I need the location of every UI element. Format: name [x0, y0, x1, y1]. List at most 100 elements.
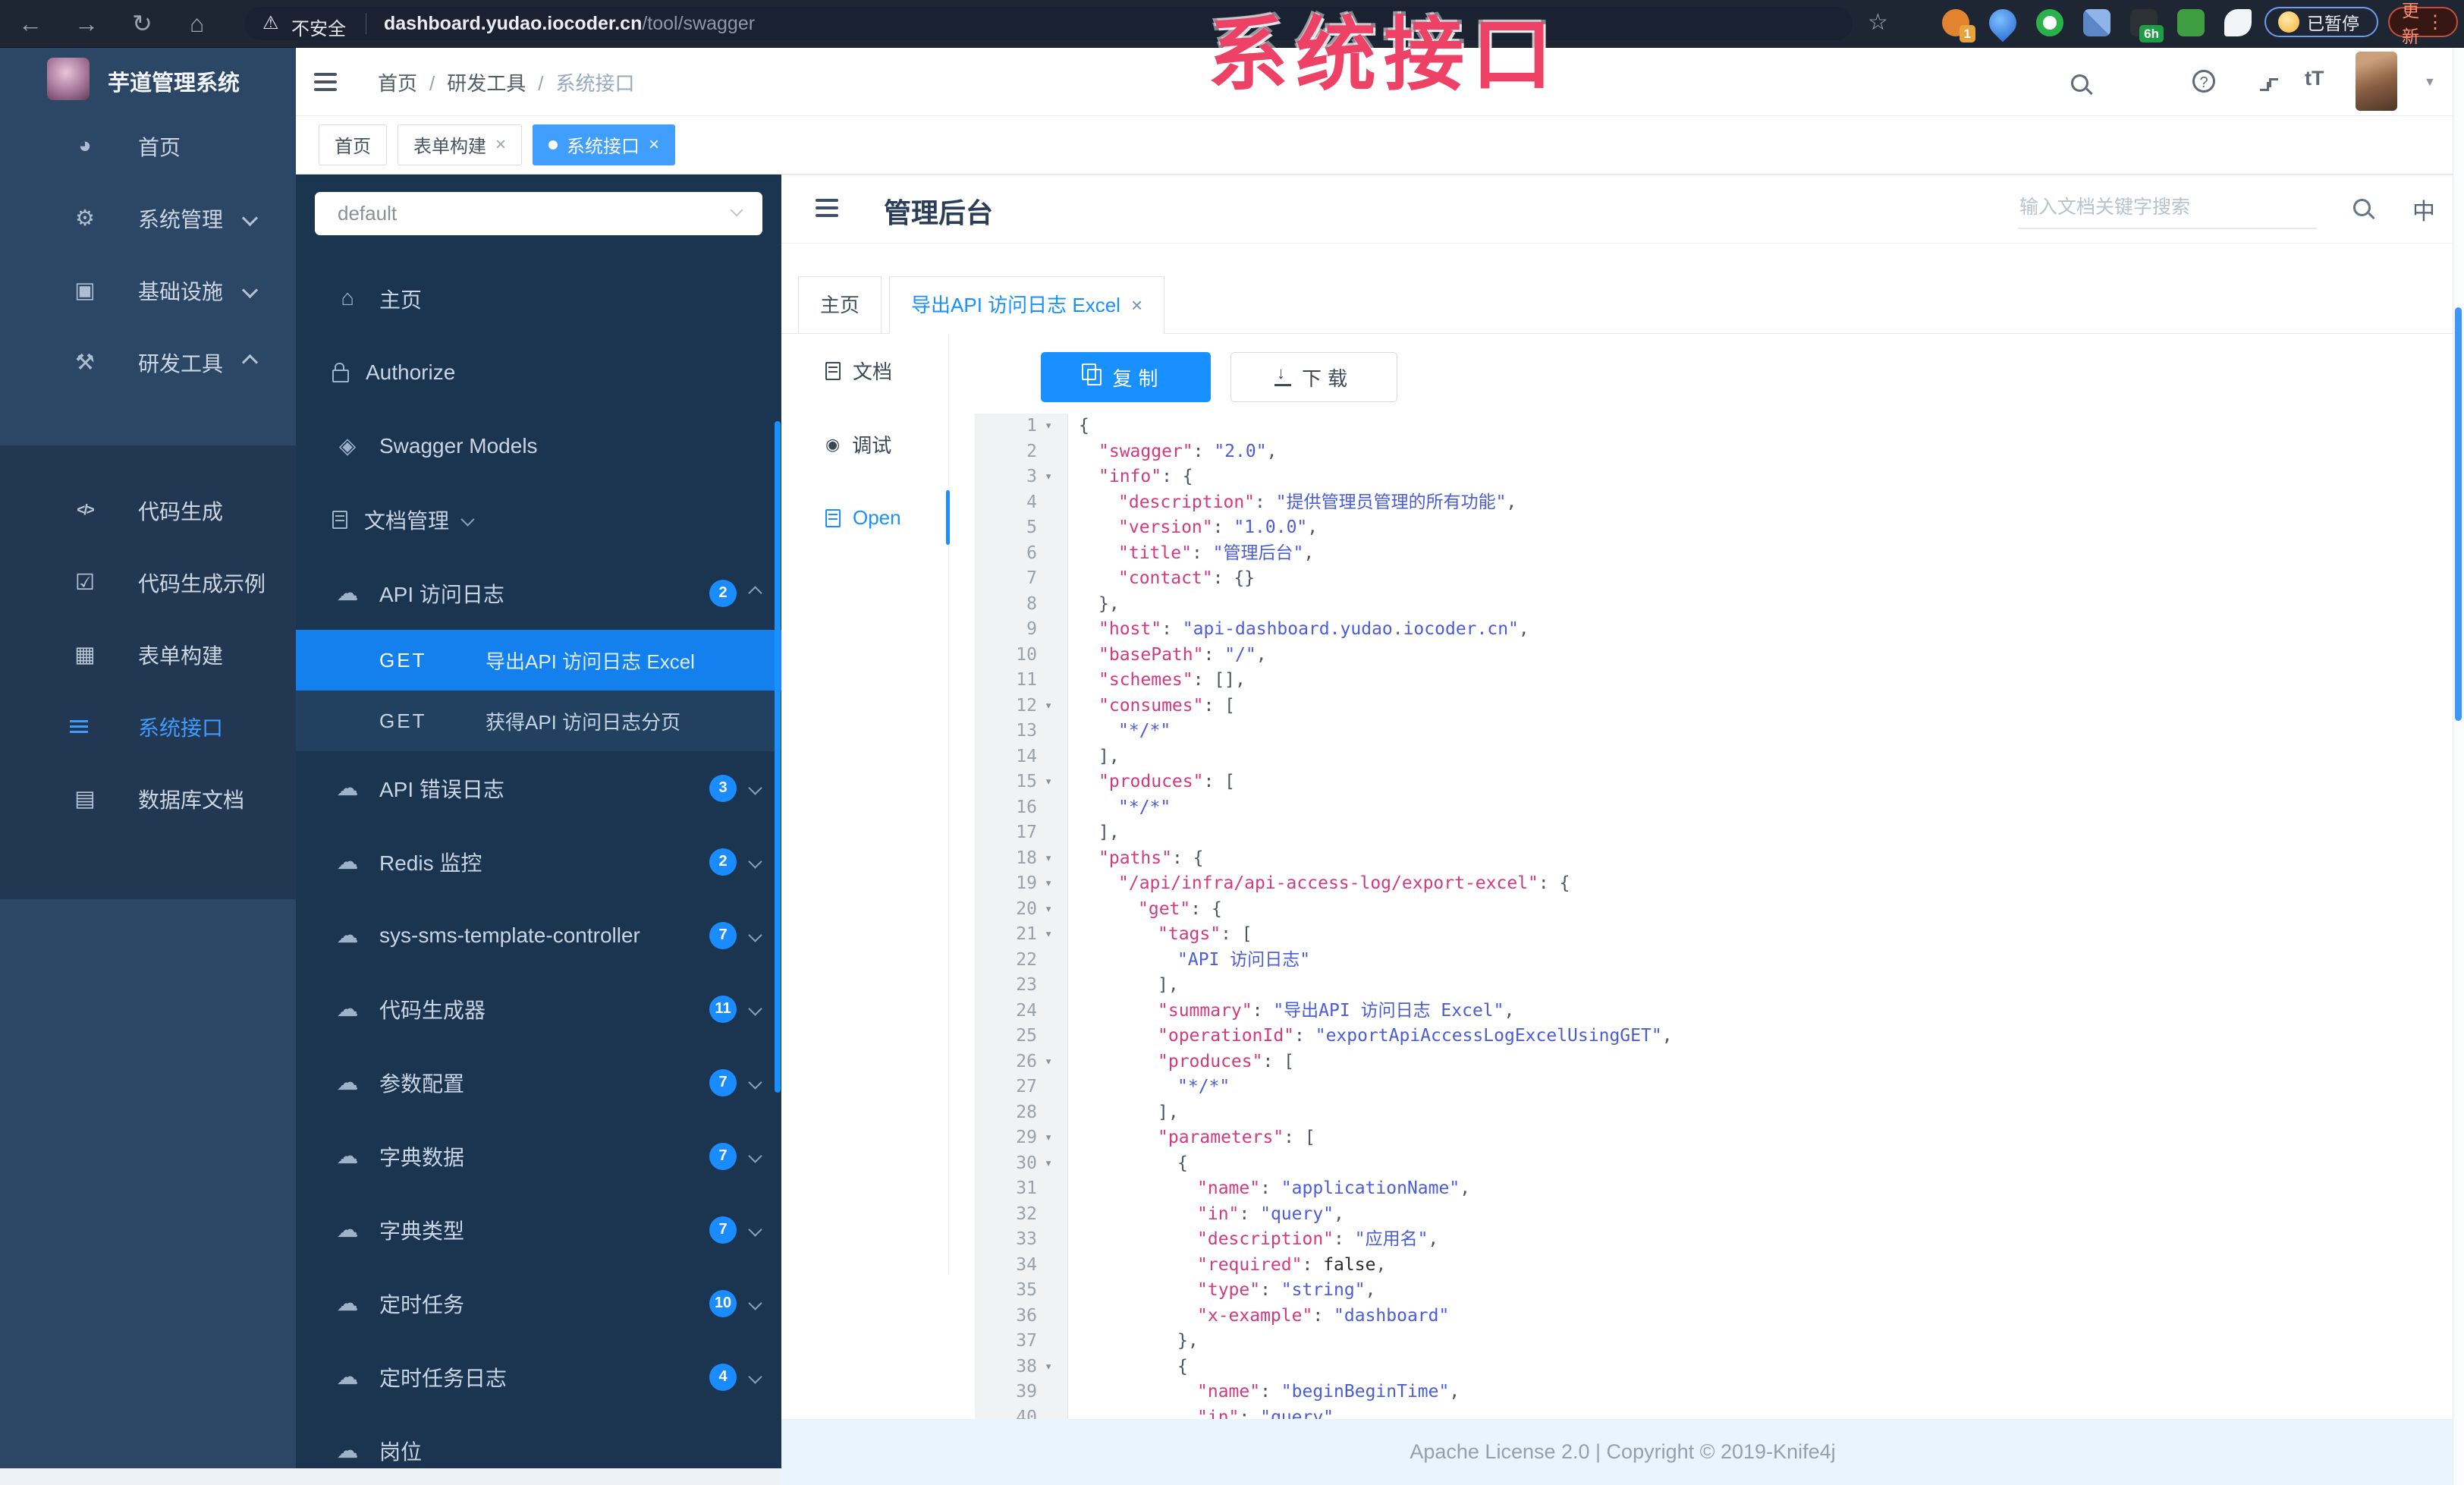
code-editor[interactable]: 1 ▾{2 "swagger": "2.0", 3 ▾ "info": {4 "descri…	[975, 414, 2453, 1419]
api-group[interactable]: 定时任务日志 4	[296, 1340, 781, 1414]
side-tab[interactable]: 文档	[781, 334, 948, 407]
sidebar-subitem[interactable]: 代码生成示例	[0, 546, 296, 618]
fold-icon[interactable]: ▾	[1045, 845, 1068, 871]
search-icon[interactable]	[2071, 74, 2088, 92]
box-dark-icon[interactable]: 6h	[2130, 9, 2164, 42]
fold-icon[interactable]: ▾	[1045, 1049, 1068, 1074]
home-icon[interactable]: ⌂	[190, 9, 204, 38]
warning-icon: ⚠	[262, 13, 279, 33]
page-scrollbar-track[interactable]	[2453, 47, 2464, 1485]
api-group[interactable]: Redis 监控 2	[296, 825, 781, 898]
panel-scrollbar[interactable]	[775, 421, 781, 1093]
close-icon[interactable]: ×	[495, 134, 506, 156]
code-line: 11 "schemes": [],	[975, 668, 2453, 694]
api-group[interactable]: 岗位	[296, 1414, 781, 1468]
help-icon[interactable]: ?	[2192, 70, 2215, 93]
pin-blue-icon[interactable]	[1983, 3, 2022, 42]
side-tab[interactable]: 调试	[781, 407, 948, 481]
doc-tab[interactable]: 主页	[798, 276, 882, 333]
fold-icon[interactable]: ▾	[1045, 871, 1068, 897]
api-group[interactable]: 代码生成器 11	[296, 972, 781, 1046]
bookmark-star-icon[interactable]: ☆	[1868, 9, 1888, 36]
api-group[interactable]: 文档管理	[296, 483, 781, 556]
token: ,	[1449, 1382, 1460, 1402]
api-endpoint[interactable]: GET 导出API 访问日志 Excel	[296, 630, 781, 691]
api-group-label: 字典类型	[379, 1219, 465, 1243]
api-group[interactable]: Authorize	[296, 335, 781, 409]
menu-dots-icon: ⋮	[2426, 11, 2444, 33]
line-number: 12	[975, 693, 1045, 719]
fold-icon[interactable]: ▾	[1045, 896, 1068, 922]
token: ,	[1365, 1280, 1376, 1300]
api-group[interactable]: API 访问日志 2	[296, 556, 781, 630]
font-size-icon[interactable]: tT	[2305, 67, 2324, 90]
api-group[interactable]: Swagger Models	[296, 409, 781, 483]
sidebar-item[interactable]: 系统管理	[0, 182, 296, 254]
language-toggle[interactable]: 中	[2412, 193, 2435, 226]
search-icon[interactable]	[2353, 199, 2371, 216]
update-button[interactable]: 更新 ⋮	[2388, 1, 2458, 46]
api-group[interactable]: 字典数据 7	[296, 1119, 781, 1193]
logo[interactable]: 芋道管理系统	[0, 47, 296, 109]
api-group[interactable]: 定时任务 10	[296, 1266, 781, 1340]
fold-icon[interactable]: ▾	[1045, 464, 1068, 490]
breadcrumb-item[interactable]: 首页	[378, 72, 417, 95]
close-icon[interactable]: ×	[1131, 277, 1142, 333]
side-tab[interactable]: Open	[781, 481, 950, 555]
puzzle-orange-icon[interactable]: 1	[1942, 9, 1975, 42]
flower-white-icon[interactable]	[2224, 9, 2252, 36]
hamburger-menu-icon[interactable]	[314, 73, 337, 91]
download-button[interactable]: 下载	[1230, 352, 1397, 402]
line-number: 21	[975, 922, 1045, 948]
sidebar-subitem[interactable]: 数据库文档	[0, 763, 296, 835]
fold-icon[interactable]: ▾	[1045, 414, 1068, 439]
close-icon[interactable]: ×	[649, 134, 659, 156]
fold-icon	[1045, 744, 1068, 769]
user-avatar[interactable]	[2356, 52, 2397, 111]
sidebar-item[interactable]: 基础设施	[0, 254, 296, 326]
paused-badge[interactable]: 已暂停	[2264, 7, 2378, 37]
extension-badge: 1	[1959, 25, 1975, 42]
forward-icon[interactable]: →	[74, 9, 99, 38]
reload-icon[interactable]: ↻	[132, 9, 152, 38]
doc-tab[interactable]: 导出API 访问日志 Excel ×	[889, 276, 1165, 334]
sidebar-item[interactable]: 首页	[0, 110, 296, 182]
code-line: 33 "description": "应用名",	[975, 1227, 2453, 1253]
api-group[interactable]: API 错误日志 3	[296, 751, 781, 825]
api-group[interactable]: 参数配置 7	[296, 1046, 781, 1119]
fold-icon[interactable]: ▾	[1045, 1354, 1068, 1380]
sidebar-subitem[interactable]: 系统接口	[0, 691, 296, 763]
page-scrollbar-thumb[interactable]	[2455, 307, 2462, 721]
group-select[interactable]: default	[315, 192, 762, 235]
api-group[interactable]: 主页	[296, 262, 781, 335]
fold-icon[interactable]: ▾	[1045, 693, 1068, 719]
sidebar-item[interactable]: 研发工具	[0, 326, 296, 398]
sidebar-subitem[interactable]: 代码生成	[0, 474, 296, 546]
breadcrumb-item[interactable]: 系统接口	[556, 72, 635, 95]
tag-view-item[interactable]: 系统接口 ×	[533, 124, 676, 165]
copy-button[interactable]: 复制	[1041, 352, 1211, 402]
fold-icon[interactable]: ▾	[1045, 1150, 1068, 1176]
api-endpoint[interactable]: GET 获得API 访问日志分页	[296, 691, 781, 751]
chevron-down-icon[interactable]: ▼	[2424, 76, 2436, 90]
fold-icon[interactable]: ▾	[1045, 1125, 1068, 1151]
grid-blue-icon[interactable]	[2083, 9, 2110, 36]
api-group[interactable]: 字典类型 7	[296, 1193, 781, 1266]
sidebar-subitem[interactable]: 表单构建	[0, 618, 296, 691]
tag-view-item[interactable]: 首页	[319, 124, 387, 165]
api-group[interactable]: sys-sms-template-controller 7	[296, 898, 781, 972]
leaf-green-icon[interactable]	[2177, 9, 2205, 36]
address-bar[interactable]: ⚠ 不安全 dashboard.yudao.iocoder.cn/tool/sw…	[244, 7, 1853, 40]
back-icon[interactable]: ←	[18, 9, 42, 38]
app-title: 芋道管理系统	[108, 71, 240, 96]
fold-icon[interactable]: ▾	[1045, 922, 1068, 948]
breadcrumb-item[interactable]: 研发工具	[447, 72, 526, 95]
collapse-menu-icon[interactable]	[816, 199, 838, 217]
circle-green-icon[interactable]	[2036, 9, 2063, 36]
tag-view-item[interactable]: 表单构建 ×	[398, 124, 523, 165]
line-number: 16	[975, 794, 1045, 820]
doc-search-input[interactable]	[2018, 187, 2317, 229]
chevron-down-icon	[748, 854, 762, 869]
fold-icon[interactable]: ▾	[1045, 769, 1068, 795]
api-count-badge: 7	[709, 1216, 737, 1244]
